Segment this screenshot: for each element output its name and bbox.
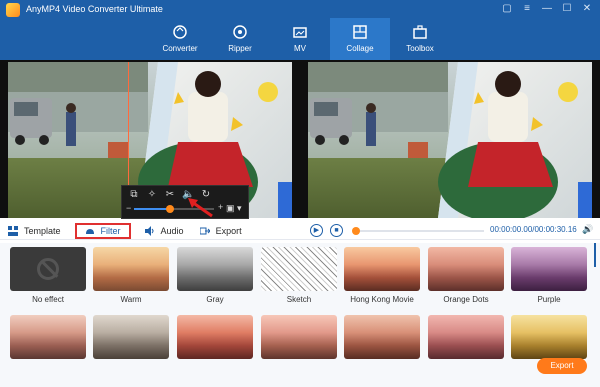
filter-panel: No effect Warm Gray Sketch Hong Kong Mov…: [0, 243, 600, 387]
nav-collage[interactable]: Collage: [330, 18, 390, 60]
nav-mv[interactable]: MV: [270, 18, 330, 60]
filter-thumb: [428, 247, 504, 291]
tab-export[interactable]: Export: [192, 222, 250, 240]
nav-toolbox[interactable]: Toolbox: [390, 18, 450, 60]
filter-thumb: [177, 315, 253, 359]
aspect-ratio-dropdown[interactable]: ▣ ▾: [226, 203, 242, 214]
output-preview-image: [308, 62, 592, 218]
filter-purple[interactable]: Purple: [511, 247, 587, 304]
filter-thumb: [93, 315, 169, 359]
filter-gray[interactable]: Gray: [177, 247, 253, 304]
tab-audio[interactable]: Audio: [137, 222, 192, 240]
tab-filter[interactable]: Filter: [74, 223, 131, 239]
filter-orange-dots[interactable]: Orange Dots: [428, 247, 504, 304]
app-logo-icon: [6, 3, 20, 17]
tab-template-label: Template: [24, 226, 61, 236]
zoom-slider-knob[interactable]: [166, 205, 174, 213]
zoom-in-button[interactable]: +: [218, 202, 223, 212]
tab-audio-label: Audio: [160, 226, 184, 236]
collage-icon: [353, 25, 367, 39]
edit-toolbar: ⧉ ✧ ✂ 🔈 ↻ − + ▣ ▾: [121, 185, 249, 219]
filter-item[interactable]: [93, 315, 169, 359]
filter-no-effect[interactable]: No effect: [10, 247, 86, 304]
window-controls: ▢ ≡ — ☐ ✕: [500, 2, 594, 16]
cut-icon[interactable]: ✂: [164, 189, 176, 201]
nav-converter-label: Converter: [162, 44, 198, 53]
filter-label: Warm: [120, 295, 142, 304]
nav-mv-label: MV: [294, 44, 306, 53]
filter-thumb: [344, 315, 420, 359]
filter-label: Gray: [206, 295, 224, 304]
filter-thumb: [344, 247, 420, 291]
no-effect-icon: [37, 258, 59, 280]
playback-progress-track[interactable]: [352, 227, 484, 235]
zoom-out-button[interactable]: −: [126, 203, 131, 213]
nav-collage-label: Collage: [346, 44, 374, 53]
filter-thumb: [177, 247, 253, 291]
tabs-divider: [0, 239, 600, 240]
export-button[interactable]: Export: [537, 358, 587, 374]
filter-thumb: [428, 315, 504, 359]
filter-label: No effect: [32, 295, 64, 304]
ripper-icon: [233, 25, 247, 39]
filter-item[interactable]: [177, 315, 253, 359]
filter-item[interactable]: [10, 315, 86, 359]
minimize-icon[interactable]: —: [540, 2, 554, 16]
main-nav: Converter Ripper MV Collage Toolbox: [150, 18, 450, 60]
menu-icon[interactable]: ≡: [520, 2, 534, 16]
nav-ripper-label: Ripper: [228, 44, 252, 53]
filter-item[interactable]: [511, 315, 587, 359]
edit-tabs: Template Filter Audio Export: [0, 222, 300, 240]
filter-label: Purple: [537, 295, 561, 304]
filter-warm[interactable]: Warm: [93, 247, 169, 304]
filter-thumb: [511, 247, 587, 291]
filter-item[interactable]: [344, 315, 420, 359]
stop-button[interactable]: ■: [330, 224, 343, 237]
maximize-icon[interactable]: ☐: [560, 2, 574, 16]
magic-icon[interactable]: ✧: [146, 189, 158, 201]
replace-icon[interactable]: ⧉: [128, 189, 140, 201]
audio-icon: [144, 226, 154, 236]
play-button[interactable]: ▶: [310, 224, 323, 237]
callout-arrow-icon: [188, 198, 213, 218]
nav-converter[interactable]: Converter: [150, 18, 210, 60]
nav-ripper[interactable]: Ripper: [210, 18, 270, 60]
filter-thumb: [511, 315, 587, 359]
toolbox-icon: [413, 25, 427, 39]
playback-volume-icon[interactable]: 🔊: [582, 224, 594, 236]
close-icon[interactable]: ✕: [580, 2, 594, 16]
filter-item[interactable]: [261, 315, 337, 359]
filter-sketch[interactable]: Sketch: [261, 247, 337, 304]
tab-export-label: Export: [215, 226, 242, 236]
filter-icon: [85, 229, 94, 234]
filter-item[interactable]: [428, 315, 504, 359]
playback-bar: ▶ ■ 00:00:00.00/00:00:30.16 🔊: [300, 222, 600, 240]
title-bar: AnyMP4 Video Converter Ultimate ▢ ≡ — ☐ …: [0, 0, 600, 60]
filter-thumb: [10, 247, 86, 291]
filter-scrollbar[interactable]: [594, 243, 596, 267]
filter-thumb: [261, 247, 337, 291]
filter-hong-kong-movie[interactable]: Hong Kong Movie: [344, 247, 420, 304]
tab-filter-label: Filter: [100, 226, 121, 236]
filter-thumb: [261, 315, 337, 359]
filter-thumb: [93, 247, 169, 291]
filter-label: Sketch: [286, 295, 312, 304]
export-icon: [199, 227, 210, 235]
playback-knob[interactable]: [352, 227, 360, 235]
preview-area: [0, 60, 600, 218]
nav-toolbox-label: Toolbox: [406, 44, 434, 53]
zoom-slider-fill: [134, 208, 170, 210]
converter-icon: [173, 25, 187, 39]
tab-template[interactable]: Template: [0, 222, 69, 240]
template-icon: [8, 226, 18, 236]
filter-label: Hong Kong Movie: [350, 295, 414, 304]
mv-icon: [293, 27, 307, 38]
playback-time: 00:00:00.00/00:00:30.16: [490, 225, 577, 234]
app-title: AnyMP4 Video Converter Ultimate: [26, 4, 163, 14]
filter-thumb: [10, 315, 86, 359]
filter-label: Orange Dots: [443, 295, 489, 304]
chat-icon[interactable]: ▢: [500, 2, 514, 16]
output-preview-pane: [308, 62, 592, 218]
